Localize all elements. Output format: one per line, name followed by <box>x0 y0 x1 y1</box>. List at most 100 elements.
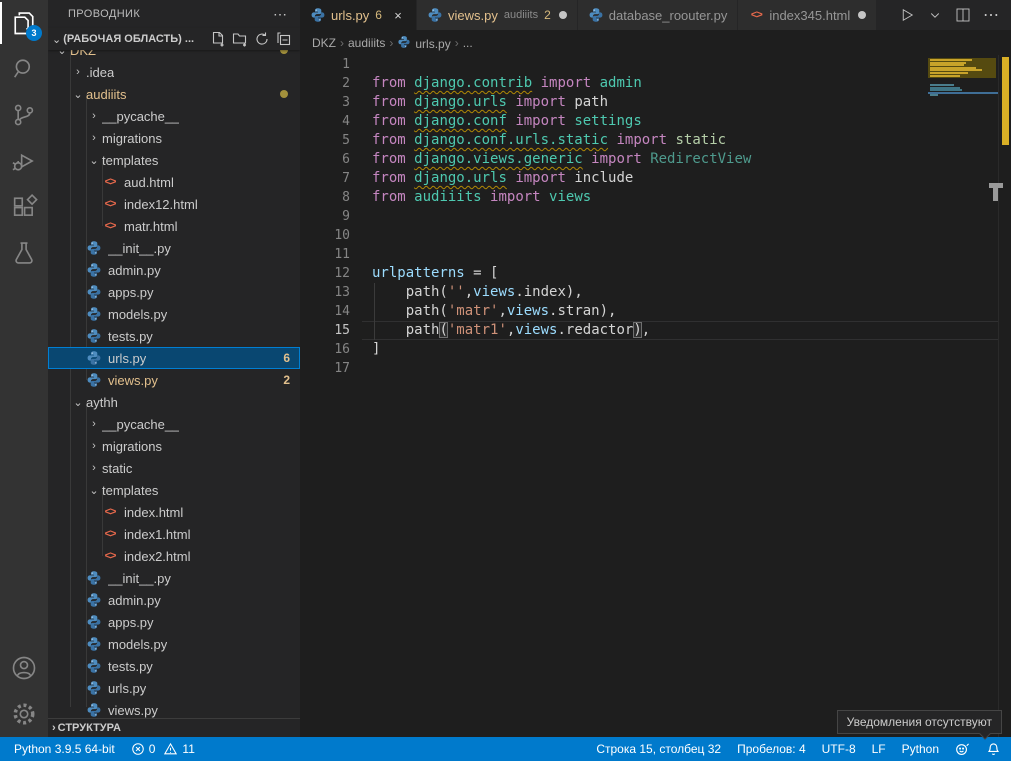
breadcrumb-item[interactable]: ... <box>463 36 473 50</box>
tree-folder-audiiits[interactable]: ⌄audiiits <box>48 83 300 105</box>
line-number[interactable]: 14 <box>300 302 350 321</box>
tree-file-models.py[interactable]: models.py <box>48 633 300 655</box>
tree-file-views.py[interactable]: views.py <box>48 699 300 718</box>
tree-file-models.py[interactable]: models.py <box>48 303 300 325</box>
tree-file-index12.html[interactable]: <>index12.html <box>48 193 300 215</box>
chevron-right-icon: › <box>86 440 102 452</box>
tree-file-tests.py[interactable]: tests.py <box>48 655 300 677</box>
tree-file-admin.py[interactable]: admin.py <box>48 589 300 611</box>
tree-file-urls.py[interactable]: urls.py6 <box>48 347 300 369</box>
line-number[interactable]: 12 <box>300 264 350 283</box>
breadcrumb-item[interactable]: audiiits <box>348 36 385 50</box>
editor-scrollbar[interactable] <box>998 55 1011 737</box>
tab-database_roouter.py[interactable]: database_roouter.py <box>578 0 739 30</box>
tree-folder-migrations[interactable]: ›migrations <box>48 127 300 149</box>
run-python-file-icon[interactable] <box>895 3 919 27</box>
code-line-1: 1 <box>300 55 1011 74</box>
search-icon[interactable] <box>0 46 48 92</box>
tree-folder-__pycache__[interactable]: ›__pycache__ <box>48 105 300 127</box>
line-number[interactable]: 6 <box>300 150 350 169</box>
testing-icon[interactable] <box>0 230 48 276</box>
indentation-status[interactable]: Пробелов: 4 <box>729 737 814 761</box>
line-number[interactable]: 11 <box>300 245 350 264</box>
problems-status[interactable]: 0 11 <box>123 737 203 761</box>
line-number[interactable]: 5 <box>300 131 350 150</box>
tree-file-__init__.py[interactable]: __init__.py <box>48 237 300 259</box>
new-folder-icon[interactable] <box>230 29 250 49</box>
line-number[interactable]: 1 <box>300 55 350 74</box>
language-mode-status[interactable]: Python <box>894 737 947 761</box>
tree-file-matr.html[interactable]: <>matr.html <box>48 215 300 237</box>
more-actions-icon[interactable]: ⋯ <box>979 3 1003 27</box>
tree-file-aud.html[interactable]: <>aud.html <box>48 171 300 193</box>
account-icon[interactable] <box>0 645 48 691</box>
line-number[interactable]: 7 <box>300 169 350 188</box>
python-interpreter-status[interactable]: Python 3.9.5 64-bit <box>6 737 123 761</box>
tree-file-urls.py[interactable]: urls.py <box>48 677 300 699</box>
settings-gear-icon[interactable] <box>0 691 48 737</box>
tree-file-index.html[interactable]: <>index.html <box>48 501 300 523</box>
line-number[interactable]: 9 <box>300 207 350 226</box>
tab-views.py[interactable]: views.pyaudiiits2 <box>417 0 578 30</box>
tree-file-views.py[interactable]: views.py2 <box>48 369 300 391</box>
encoding-status[interactable]: UTF-8 <box>814 737 864 761</box>
refresh-icon[interactable] <box>252 29 272 49</box>
new-file-icon[interactable] <box>208 29 228 49</box>
workspace-section-header[interactable]: ⌄ (РАБОЧАЯ ОБЛАСТЬ) ... <box>48 28 300 50</box>
tree-folder-migrations[interactable]: ›migrations <box>48 435 300 457</box>
line-number[interactable]: 16 <box>300 340 350 359</box>
code-editor[interactable]: 12from django.contrib import admin3from … <box>300 55 1011 737</box>
source-control-icon[interactable] <box>0 92 48 138</box>
eol-status[interactable]: LF <box>864 737 894 761</box>
collapse-all-icon[interactable] <box>274 29 294 49</box>
minimap[interactable] <box>928 55 998 737</box>
modified-dot-icon[interactable] <box>559 11 567 19</box>
explorer-icon[interactable]: 3 <box>0 0 48 46</box>
sidebar-explorer: ПРОВОДНИК ⋯ ⌄ (РАБОЧАЯ ОБЛАСТЬ) ... ⌄DKZ… <box>48 0 300 737</box>
line-number[interactable]: 10 <box>300 226 350 245</box>
warning-triangle-icon <box>163 742 178 756</box>
tree-file-index2.html[interactable]: <>index2.html <box>48 545 300 567</box>
line-number[interactable]: 2 <box>300 74 350 93</box>
tree-folder-DKZ[interactable]: ⌄DKZ <box>48 50 300 61</box>
close-icon[interactable]: × <box>390 8 406 23</box>
tree-file-__init__.py[interactable]: __init__.py <box>48 567 300 589</box>
tree-file-admin.py[interactable]: admin.py <box>48 259 300 281</box>
tree-file-tests.py[interactable]: tests.py <box>48 325 300 347</box>
line-number[interactable]: 17 <box>300 359 350 378</box>
cursor-position-status[interactable]: Строка 15, столбец 32 <box>588 737 729 761</box>
run-dropdown-chevron-icon[interactable] <box>923 3 947 27</box>
tab-index345.html[interactable]: <>index345.html <box>738 0 877 30</box>
sidebar-more-actions-icon[interactable]: ⋯ <box>269 6 292 23</box>
tree-folder-templates[interactable]: ⌄templates <box>48 149 300 171</box>
tree-item-label: .idea <box>86 65 114 80</box>
tree-file-index1.html[interactable]: <>index1.html <box>48 523 300 545</box>
feedback-icon[interactable] <box>947 737 978 761</box>
tree-folder-aythh[interactable]: ⌄aythh <box>48 391 300 413</box>
tree-folder-templates[interactable]: ⌄templates <box>48 479 300 501</box>
line-number[interactable]: 8 <box>300 188 350 207</box>
modified-dot-icon[interactable] <box>858 11 866 19</box>
line-number[interactable]: 13 <box>300 283 350 302</box>
tree-folder-static[interactable]: ›static <box>48 457 300 479</box>
tree-file-apps.py[interactable]: apps.py <box>48 611 300 633</box>
tree-file-apps.py[interactable]: apps.py <box>48 281 300 303</box>
breadcrumb-item[interactable]: DKZ <box>312 36 336 50</box>
error-count: 0 <box>149 742 156 756</box>
chevron-right-icon: › <box>86 418 102 430</box>
tree-item-label: apps.py <box>108 285 154 300</box>
outline-section-header[interactable]: › СТРУКТУРА <box>48 718 300 737</box>
python-file-icon <box>86 680 102 696</box>
chevron-right-icon: › <box>86 462 102 474</box>
extensions-icon[interactable] <box>0 184 48 230</box>
tree-folder-.idea[interactable]: ›.idea <box>48 61 300 83</box>
tab-urls.py[interactable]: urls.py6× <box>300 0 417 30</box>
breadcrumb-item[interactable]: urls.py <box>397 34 450 51</box>
split-editor-icon[interactable] <box>951 3 975 27</box>
line-number[interactable]: 15 <box>300 321 350 340</box>
run-debug-icon[interactable] <box>0 138 48 184</box>
tree-folder-__pycache__[interactable]: ›__pycache__ <box>48 413 300 435</box>
notifications-bell-icon[interactable] <box>978 737 1009 761</box>
line-number[interactable]: 3 <box>300 93 350 112</box>
line-number[interactable]: 4 <box>300 112 350 131</box>
